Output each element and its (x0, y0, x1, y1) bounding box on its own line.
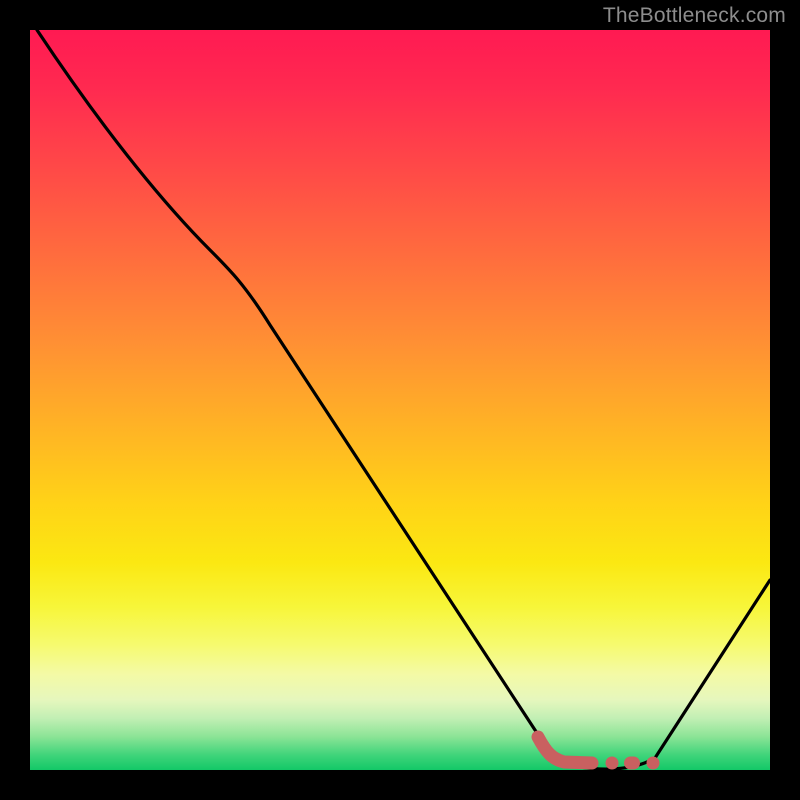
curve-layer (30, 30, 770, 770)
red-dashed-floor (538, 737, 592, 763)
black-curve (37, 30, 770, 769)
red-dash-dot-1-icon (606, 757, 619, 770)
plot-area (30, 30, 770, 770)
watermark-text: TheBottleneck.com (603, 4, 786, 28)
red-dash-seg-icon (624, 757, 640, 770)
chart-frame: TheBottleneck.com (0, 0, 800, 800)
red-dash-dot-2-icon (647, 757, 660, 770)
